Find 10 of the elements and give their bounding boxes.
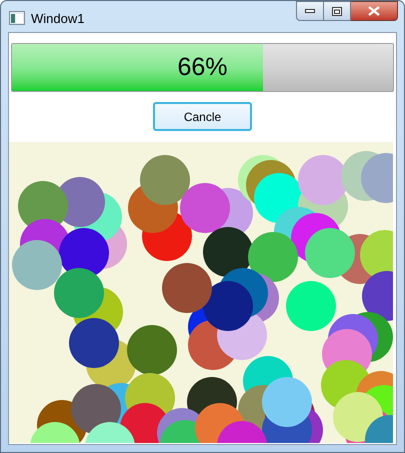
window-title: Window1 xyxy=(31,10,84,28)
close-icon xyxy=(368,6,380,16)
app-icon xyxy=(9,11,25,25)
cancel-button[interactable]: Cancle xyxy=(153,102,252,131)
progress-label: 66% xyxy=(176,52,229,83)
minimize-button[interactable] xyxy=(296,1,324,21)
minimize-icon xyxy=(305,9,315,13)
maximize-icon xyxy=(332,6,342,16)
maximize-button[interactable] xyxy=(324,1,351,21)
close-button[interactable] xyxy=(351,1,398,21)
